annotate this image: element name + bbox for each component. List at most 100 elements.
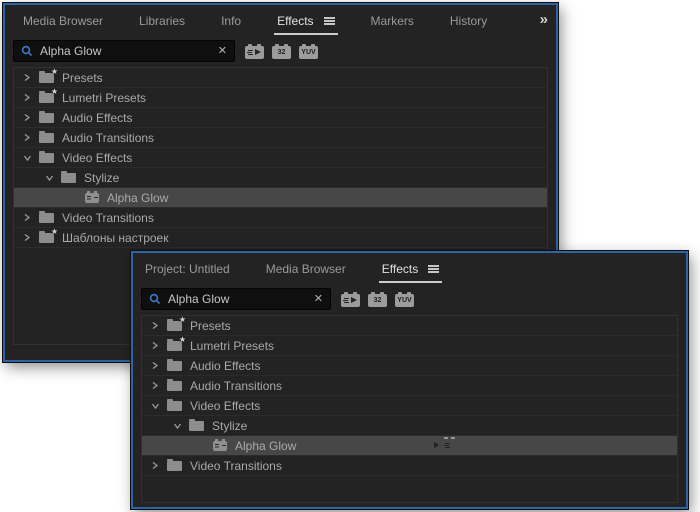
folder-star-icon	[39, 68, 58, 83]
accel-play-glyph	[255, 49, 261, 55]
folder-icon	[167, 359, 182, 371]
tree-item-presets[interactable]: Presets	[14, 68, 547, 88]
32bit-label: 32	[373, 297, 382, 304]
chevron-down-icon[interactable]	[44, 173, 54, 183]
tree-item-label: Video Effects	[62, 150, 133, 165]
tree-item-audio-effects[interactable]: Audio Effects	[14, 108, 547, 128]
tree-item-stylize[interactable]: Stylize	[142, 416, 677, 436]
tab-effects[interactable]: Effects	[274, 5, 339, 37]
tree-item-label: Stylize	[212, 418, 248, 433]
search-input[interactable]	[168, 292, 307, 306]
folder-icon	[167, 399, 182, 411]
accel-lines-glyph	[248, 50, 253, 51]
tab-label: Libraries	[139, 14, 186, 28]
panel-tab-bar: Media Browser Libraries Info Effects Mar…	[5, 5, 556, 37]
tab-info[interactable]: Info	[221, 5, 241, 37]
tab-media-browser[interactable]: Media Browser	[23, 5, 103, 37]
32bit-label: 32	[277, 49, 286, 56]
tab-effects[interactable]: Effects	[378, 253, 443, 285]
tab-libraries[interactable]: Libraries	[139, 5, 185, 37]
tab-project-untitled[interactable]: Project: Untitled	[145, 253, 230, 285]
tree-item-video-effects[interactable]: Video Effects	[14, 148, 547, 168]
clear-search-icon[interactable]: ✕	[314, 293, 323, 305]
search-icon	[21, 45, 33, 57]
effects-search-box[interactable]: ✕	[13, 40, 235, 62]
tree-item-lumetri-presets[interactable]: Lumetri Presets	[14, 87, 547, 108]
tree-item-label: Video Effects	[190, 398, 261, 413]
tree-item-label: Alpha Glow	[235, 438, 297, 453]
tab-label: Effects	[381, 262, 419, 276]
folder-icon	[39, 131, 54, 143]
tree-item-alpha-glow[interactable]: Alpha Glow	[14, 188, 547, 208]
tab-media-browser[interactable]: Media Browser	[266, 253, 346, 285]
32bit-color-filter-icon[interactable]: 32	[368, 292, 387, 307]
tree-item-video-effects[interactable]: Video Effects	[142, 396, 677, 416]
32bit-color-filter-icon[interactable]: 32	[272, 44, 291, 59]
folder-star-icon	[167, 335, 186, 351]
chevron-down-icon[interactable]	[172, 421, 182, 431]
chevron-right-icon[interactable]	[150, 461, 160, 471]
folder-star-icon	[39, 87, 58, 103]
tree-item-video-transitions[interactable]: Video Transitions	[14, 208, 547, 228]
chevron-right-icon[interactable]	[150, 341, 160, 351]
tree-item-presets[interactable]: Presets	[142, 316, 677, 336]
accel-play-glyph	[351, 297, 357, 303]
folder-star-icon	[167, 316, 186, 331]
chevron-right-icon[interactable]	[22, 93, 32, 103]
tree-item-label: Audio Transitions	[62, 130, 155, 145]
folder-star-icon	[39, 227, 58, 243]
chevron-right-icon[interactable]	[22, 73, 32, 83]
tab-history[interactable]: History	[450, 5, 487, 37]
tree-item-label: Lumetri Presets	[62, 90, 147, 105]
tab-label: Media Browser	[23, 14, 104, 28]
tree-item-stylize[interactable]: Stylize	[14, 168, 547, 188]
chevron-right-icon[interactable]	[150, 361, 160, 371]
tree-item-audio-transitions[interactable]: Audio Transitions	[14, 128, 547, 148]
chevron-right-icon[interactable]	[22, 233, 32, 243]
search-icon	[149, 293, 161, 305]
accelerated-effects-filter-icon[interactable]	[341, 292, 360, 307]
search-input[interactable]	[40, 44, 211, 58]
effects-panel-front: Project: Untitled Media Browser Effects …	[130, 250, 689, 510]
effect-icon	[213, 438, 227, 451]
tab-label: History	[449, 14, 488, 28]
tab-overflow-icon[interactable]: »	[540, 12, 548, 27]
folder-icon	[39, 211, 54, 223]
clear-search-icon[interactable]: ✕	[218, 45, 227, 57]
tab-markers[interactable]: Markers	[371, 5, 414, 37]
chevron-right-icon[interactable]	[22, 113, 32, 123]
tab-label: Info	[221, 14, 242, 28]
tree-item-label: Audio Effects	[190, 358, 261, 373]
effect-filter-buttons: 32 YUV	[341, 292, 414, 307]
chevron-down-icon[interactable]	[150, 401, 160, 411]
chevron-down-icon[interactable]	[22, 153, 32, 163]
folder-icon	[61, 171, 76, 183]
effects-search-box[interactable]: ✕	[141, 288, 331, 310]
chevron-right-icon[interactable]	[22, 133, 32, 143]
tree-item-audio-transitions[interactable]: Audio Transitions	[142, 376, 677, 396]
chevron-right-icon[interactable]	[150, 321, 160, 331]
tree-item-label: Alpha Glow	[107, 190, 169, 205]
tree-item-video-transitions[interactable]: Video Transitions	[142, 456, 677, 476]
tree-item-lumetri-presets[interactable]: Lumetri Presets	[142, 335, 677, 356]
chevron-right-icon[interactable]	[22, 213, 32, 223]
chevron-right-icon[interactable]	[150, 381, 160, 391]
tree-item-label: Lumetri Presets	[190, 338, 275, 353]
tree-item-label: Presets	[62, 70, 103, 85]
folder-icon	[167, 379, 182, 391]
tree-item-preset-templates[interactable]: Шаблоны настроек	[14, 227, 547, 248]
panel-menu-icon[interactable]	[323, 17, 335, 25]
panel-menu-icon[interactable]	[428, 265, 440, 273]
effect-icon	[85, 190, 99, 203]
tree-item-alpha-glow[interactable]: Alpha Glow	[142, 436, 677, 456]
tree-item-label: Video Transitions	[190, 458, 282, 473]
accel-play-glyph	[434, 442, 439, 448]
tree-item-label: Audio Transitions	[190, 378, 283, 393]
tab-label: Markers	[370, 14, 414, 28]
accelerated-effects-filter-icon[interactable]	[245, 44, 264, 59]
folder-icon	[39, 111, 54, 123]
tree-item-label: Presets	[190, 318, 231, 333]
tree-item-audio-effects[interactable]: Audio Effects	[142, 356, 677, 376]
yuv-effects-filter-icon[interactable]: YUV	[395, 292, 414, 307]
yuv-effects-filter-icon[interactable]: YUV	[299, 44, 318, 59]
